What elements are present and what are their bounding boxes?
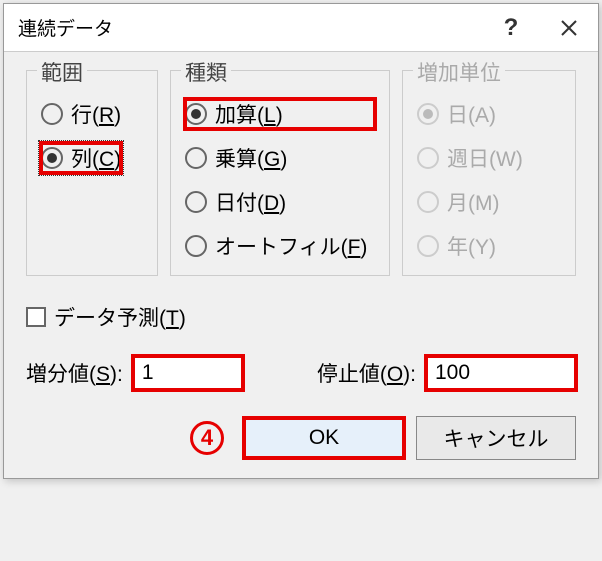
dialog-body: 範囲 行(R) 列(C) 種類 加算(L) (4, 52, 598, 478)
trend-checkbox-row[interactable]: データ予測(T) (26, 302, 576, 332)
cancel-button[interactable]: キャンセル (416, 416, 576, 460)
dialog-title: 連続データ (18, 14, 113, 41)
radio-linear[interactable]: 加算(L) (185, 99, 375, 129)
close-button[interactable] (540, 4, 598, 52)
radio-growth[interactable]: 乗算(G) (185, 143, 375, 173)
radio-icon (185, 103, 207, 125)
ok-button[interactable]: OK (244, 418, 404, 458)
title-controls: ? (482, 4, 598, 51)
help-button[interactable]: ? (482, 4, 540, 52)
radio-icon (417, 191, 439, 213)
radio-label: 乗算(G) (215, 143, 287, 173)
radio-label: 行(R) (71, 99, 121, 129)
stop-input[interactable] (426, 356, 576, 390)
step-input[interactable] (133, 356, 243, 390)
radio-rows[interactable]: 行(R) (41, 99, 143, 129)
radio-label: 週日(W) (447, 143, 523, 173)
radio-icon (41, 103, 63, 125)
radio-icon (417, 103, 439, 125)
radio-label: オートフィル(F) (215, 231, 367, 261)
callout-badge: 4 (190, 421, 224, 455)
step-label: 増分値(S): (26, 358, 123, 388)
groups-row: 範囲 行(R) 列(C) 種類 加算(L) (26, 70, 576, 276)
radio-label: 日(A) (447, 99, 496, 129)
titlebar: 連続データ ? (4, 4, 598, 52)
radio-weekday: 週日(W) (417, 143, 561, 173)
radio-autofill[interactable]: オートフィル(F) (185, 231, 375, 261)
buttons-row: 4 OK キャンセル (26, 416, 576, 460)
radio-icon (185, 191, 207, 213)
stop-label: 停止値(O): (317, 358, 416, 388)
radio-year: 年(Y) (417, 231, 561, 261)
radio-day: 日(A) (417, 99, 561, 129)
group-unit: 増加単位 日(A) 週日(W) 月(M) 年(Y) (402, 70, 576, 276)
radio-icon (417, 147, 439, 169)
radio-columns[interactable]: 列(C) (41, 143, 121, 173)
inputs-row: 増分値(S): 停止値(O): (26, 356, 576, 390)
radio-label: 月(M) (447, 187, 500, 217)
radio-label: 加算(L) (215, 99, 283, 129)
trend-label: データ予測(T) (54, 302, 186, 332)
group-range-label: 範囲 (37, 57, 87, 87)
radio-label: 日付(D) (215, 187, 286, 217)
radio-date[interactable]: 日付(D) (185, 187, 375, 217)
radio-icon (185, 235, 207, 257)
group-range: 範囲 行(R) 列(C) (26, 70, 158, 276)
radio-month: 月(M) (417, 187, 561, 217)
radio-label: 列(C) (71, 143, 121, 173)
radio-icon (185, 147, 207, 169)
radio-icon (41, 147, 63, 169)
group-type-label: 種類 (181, 57, 231, 87)
close-icon (559, 18, 579, 38)
group-unit-label: 増加単位 (413, 57, 505, 87)
group-type: 種類 加算(L) 乗算(G) 日付(D) オートフィル(F) (170, 70, 390, 276)
series-dialog: 連続データ ? 範囲 行(R) 列(C) (3, 3, 599, 479)
radio-label: 年(Y) (447, 231, 496, 261)
checkbox-icon (26, 307, 46, 327)
radio-icon (417, 235, 439, 257)
